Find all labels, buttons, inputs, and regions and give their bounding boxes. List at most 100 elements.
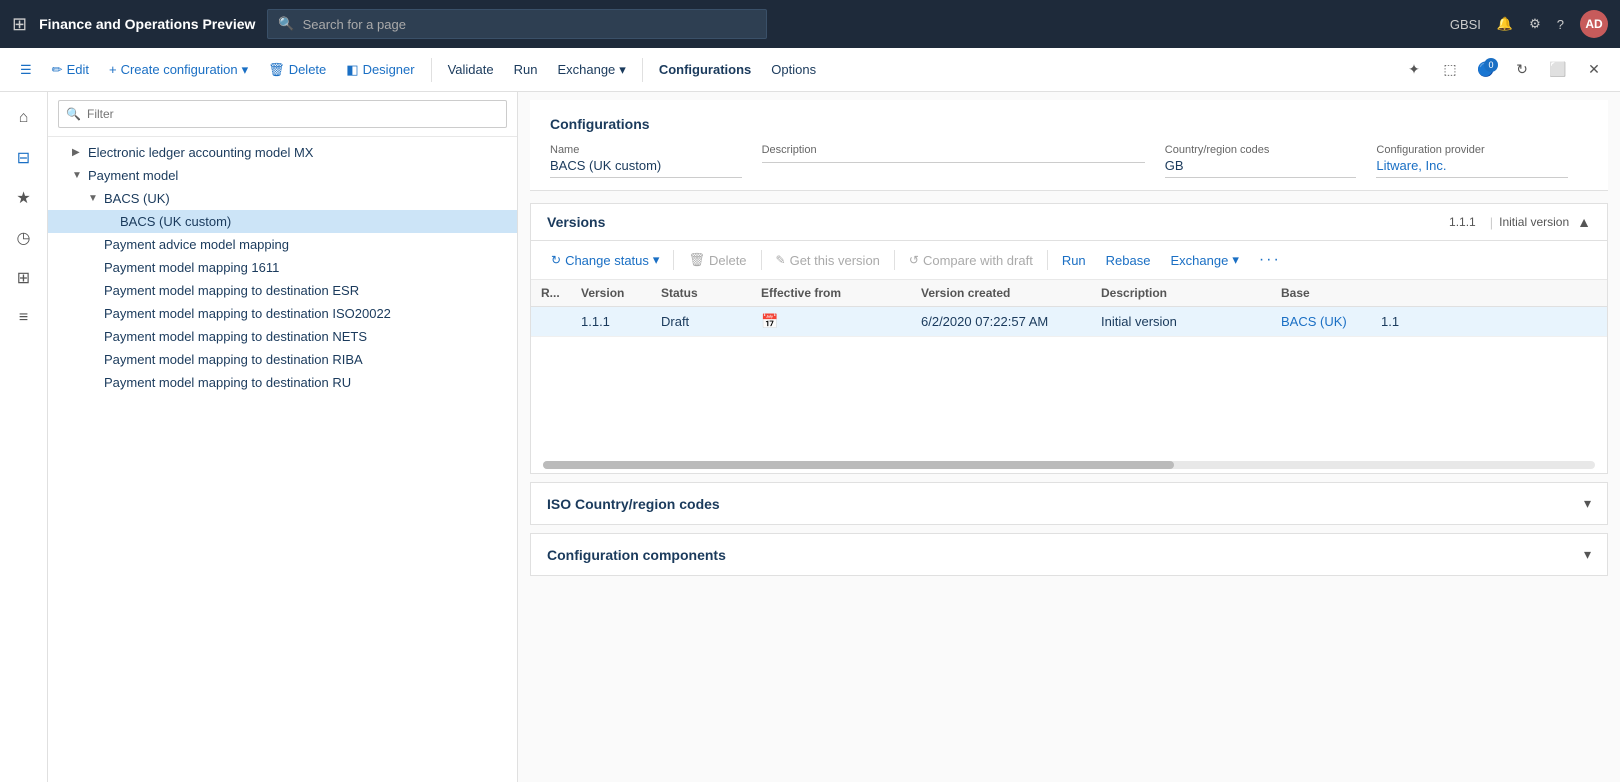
- star-icon-btn[interactable]: ★: [6, 180, 42, 216]
- provider-value[interactable]: Litware, Inc.: [1376, 158, 1568, 178]
- tree-content: ▶Electronic ledger accounting model MX▼P…: [48, 137, 517, 782]
- change-status-chevron: ▾: [653, 252, 660, 268]
- designer-btn[interactable]: ◧ Designer: [338, 58, 422, 82]
- config-components-header[interactable]: Configuration components ▾: [531, 534, 1607, 575]
- col-base-header: Base: [1271, 280, 1371, 307]
- versions-collapse-icon[interactable]: ▲: [1577, 214, 1591, 230]
- tree-expand-icon: ▶: [72, 147, 88, 158]
- tree-item-bacs-uk-custom[interactable]: BACS (UK custom): [48, 210, 517, 233]
- calendar-icon[interactable]: 📅: [761, 313, 778, 329]
- col-created-header: Version created: [911, 280, 1091, 307]
- versions-empty-space: [531, 337, 1607, 457]
- row-version: 1.1.1: [571, 307, 651, 337]
- config-components-section: Configuration components ▾: [530, 533, 1608, 576]
- settings-icon[interactable]: ⚙: [1529, 16, 1541, 32]
- toolbar-right: ✦ ⬚ 🔵 0 ↻ ⬜ ✕: [1400, 56, 1608, 84]
- list-icon-btn[interactable]: ≡: [6, 300, 42, 336]
- refresh-btn[interactable]: ↻: [1508, 56, 1536, 84]
- tree-item-payment-mapping-esr[interactable]: Payment model mapping to destination ESR: [48, 279, 517, 302]
- tree-item-electronic-ledger[interactable]: ▶Electronic ledger accounting model MX: [48, 141, 517, 164]
- versions-run-btn[interactable]: Run: [1054, 249, 1094, 272]
- versions-section: Versions 1.1.1 | Initial version ▲ ↻ Cha…: [530, 203, 1608, 474]
- versions-table: R... Version Status Effective from Versi…: [531, 280, 1607, 337]
- iso-section: ISO Country/region codes ▾: [530, 482, 1608, 525]
- tree-item-payment-advice[interactable]: Payment advice model mapping: [48, 233, 517, 256]
- validate-btn[interactable]: Validate: [440, 58, 502, 81]
- search-bar[interactable]: 🔍 Search for a page: [267, 9, 767, 39]
- versions-table-wrap: R... Version Status Effective from Versi…: [531, 280, 1607, 337]
- grid-icon[interactable]: ⊞: [12, 14, 27, 35]
- config-components-collapse-icon: ▾: [1584, 546, 1591, 563]
- change-status-btn[interactable]: ↻ Change status ▾: [543, 248, 667, 272]
- tree-item-payment-mapping-iso[interactable]: Payment model mapping to destination ISO…: [48, 302, 517, 325]
- create-config-btn[interactable]: + Create configuration ▾: [101, 58, 256, 82]
- name-value: BACS (UK custom): [550, 158, 742, 178]
- window-btn[interactable]: ⬜: [1544, 56, 1572, 84]
- versions-delete-btn[interactable]: 🗑 Delete: [680, 248, 754, 272]
- tree-filter-area: 🔍: [48, 92, 517, 137]
- tree-item-label: Payment model mapping to destination ISO…: [104, 306, 509, 321]
- desc-field: Description: [762, 144, 1165, 163]
- rebase-btn[interactable]: Rebase: [1098, 249, 1159, 272]
- tree-item-payment-model[interactable]: ▼Payment model: [48, 164, 517, 187]
- filter-icon-btn[interactable]: ⊟: [6, 140, 42, 176]
- configurations-tab[interactable]: Configurations: [651, 58, 759, 81]
- refresh-small-icon: ↻: [551, 253, 561, 267]
- row-effective-from: 📅: [751, 307, 911, 337]
- col-version-header: Version: [571, 280, 651, 307]
- top-bar: ⊞ Finance and Operations Preview 🔍 Searc…: [0, 0, 1620, 48]
- exchange-btn-chevron: ▾: [1232, 252, 1239, 268]
- versions-sep: |: [1490, 215, 1493, 230]
- col-desc-header: Description: [1091, 280, 1271, 307]
- versions-version-label: Initial version: [1499, 215, 1569, 229]
- tree-item-payment-mapping-ru[interactable]: Payment model mapping to destination RU: [48, 371, 517, 394]
- versions-table-header: R... Version Status Effective from Versi…: [531, 280, 1607, 307]
- get-this-version-btn[interactable]: ✎ Get this version: [768, 249, 888, 272]
- main-toolbar: ☰ ✏ Edit + Create configuration ▾ 🗑 Dele…: [0, 48, 1620, 92]
- versions-exchange-btn[interactable]: Exchange ▾: [1162, 248, 1246, 272]
- config-section-title: Configurations: [550, 116, 1588, 132]
- country-value: GB: [1165, 158, 1357, 178]
- collapse-sidebar-btn[interactable]: ☰: [12, 58, 40, 82]
- run-btn[interactable]: Run: [506, 58, 546, 81]
- filter-input[interactable]: [58, 100, 507, 128]
- toolbar-separator-2: [642, 58, 643, 82]
- tree-expand-icon: ▼: [88, 193, 104, 204]
- tree-item-payment-mapping-riba[interactable]: Payment model mapping to destination RIB…: [48, 348, 517, 371]
- config-fields: Name BACS (UK custom) Description Countr…: [550, 144, 1588, 178]
- options-tab[interactable]: Options: [763, 58, 824, 81]
- tree-item-payment-mapping-nets[interactable]: Payment model mapping to destination NET…: [48, 325, 517, 348]
- iso-section-header[interactable]: ISO Country/region codes ▾: [531, 483, 1607, 524]
- row-r: [531, 307, 571, 337]
- compare-draft-btn[interactable]: ↺ Compare with draft: [901, 249, 1041, 272]
- help-icon[interactable]: ?: [1557, 17, 1564, 32]
- delete-btn[interactable]: 🗑 Delete: [260, 58, 334, 82]
- tree-item-label: BACS (UK custom): [120, 214, 509, 229]
- config-components-title: Configuration components: [547, 547, 1584, 563]
- exchange-btn[interactable]: Exchange ▾: [549, 58, 633, 82]
- close-btn[interactable]: ✕: [1580, 56, 1608, 84]
- tree-item-label: Payment model mapping to destination NET…: [104, 329, 509, 344]
- filter-wrap: 🔍: [58, 100, 507, 128]
- search-icon: 🔍: [278, 16, 294, 32]
- compare-icon: ↺: [909, 253, 919, 267]
- versions-more-btn[interactable]: ···: [1251, 247, 1289, 273]
- v-separator-3: [894, 250, 895, 270]
- home-icon-btn[interactable]: ⌂: [6, 100, 42, 136]
- notification-icon[interactable]: 🔔: [1497, 16, 1513, 32]
- tree-item-label: Electronic ledger accounting model MX: [88, 145, 509, 160]
- badge-btn[interactable]: 🔵 0: [1472, 56, 1500, 84]
- v-separator-1: [673, 250, 674, 270]
- tree-item-payment-mapping-1611[interactable]: Payment model mapping 1611: [48, 256, 517, 279]
- edit-btn[interactable]: ✏ Edit: [44, 58, 97, 82]
- expand-btn[interactable]: ⬚: [1436, 56, 1464, 84]
- tree-item-bacs-uk[interactable]: ▼BACS (UK): [48, 187, 517, 210]
- table-row[interactable]: 1.1.1 Draft 📅 6/2/2020 07:22:57 AM Initi…: [531, 307, 1607, 337]
- star-btn[interactable]: ✦: [1400, 56, 1428, 84]
- recent-icon-btn[interactable]: ◷: [6, 220, 42, 256]
- versions-scrollbar[interactable]: [543, 461, 1595, 469]
- get-version-icon: ✎: [776, 253, 786, 267]
- tree-item-label: Payment model: [88, 168, 509, 183]
- grid-icon-btn[interactable]: ⊞: [6, 260, 42, 296]
- user-avatar[interactable]: AD: [1580, 10, 1608, 38]
